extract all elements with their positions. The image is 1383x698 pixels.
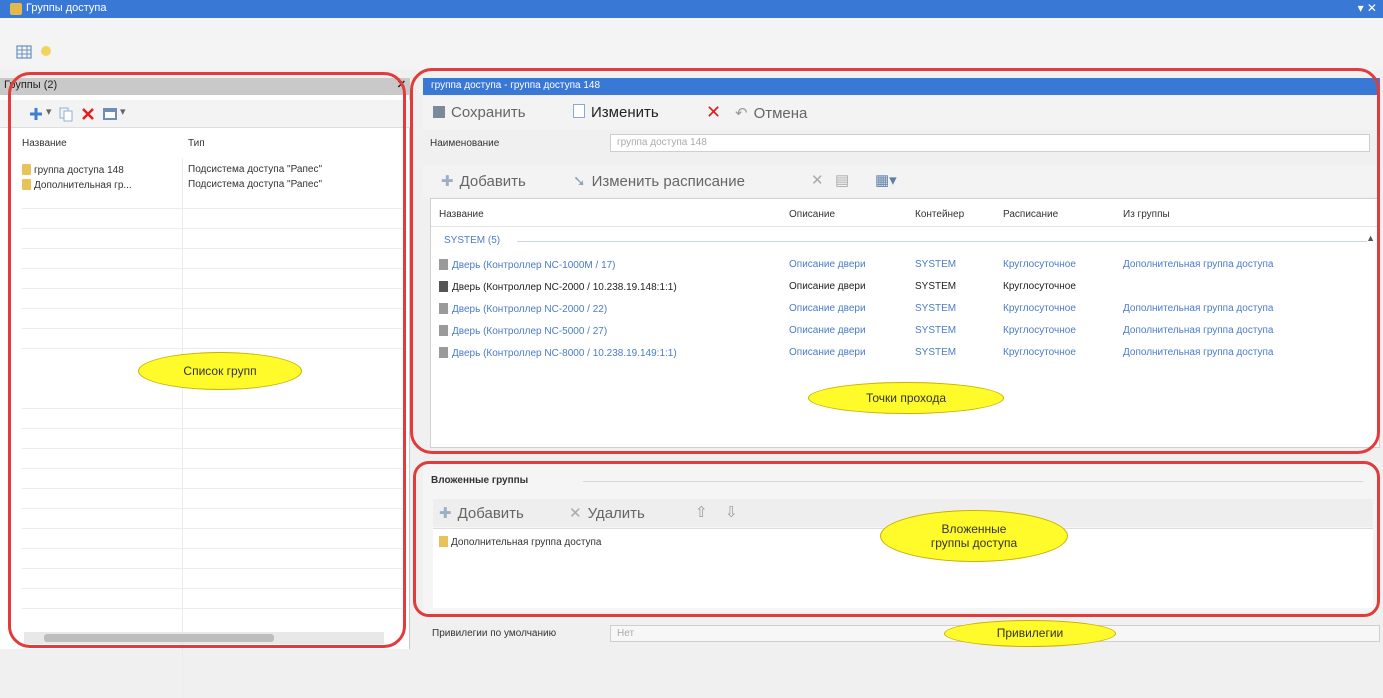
main-toolbar: [0, 18, 1383, 70]
access-groups-icon: [10, 3, 22, 15]
star-icon[interactable]: [38, 43, 54, 59]
annotation-nested-line2: группы доступа: [930, 536, 1018, 550]
annotation-nested-groups: Вложенные группы доступа: [880, 510, 1068, 562]
annotation-group-list: Список групп: [138, 352, 302, 390]
annotation-access-points: Точки прохода: [808, 382, 1004, 414]
window-title: Группы доступа: [26, 2, 107, 14]
annotation-nested-line1: Вложенные: [941, 521, 1007, 536]
annotation-privileges: Привилегии: [944, 620, 1116, 647]
window-titlebar: Группы доступа ▾ ✕: [0, 0, 1383, 18]
grid-icon[interactable]: [16, 44, 32, 60]
privileges-label: Привилегии по умолчанию: [432, 628, 557, 639]
window-controls[interactable]: ▾ ✕: [1358, 1, 1377, 15]
